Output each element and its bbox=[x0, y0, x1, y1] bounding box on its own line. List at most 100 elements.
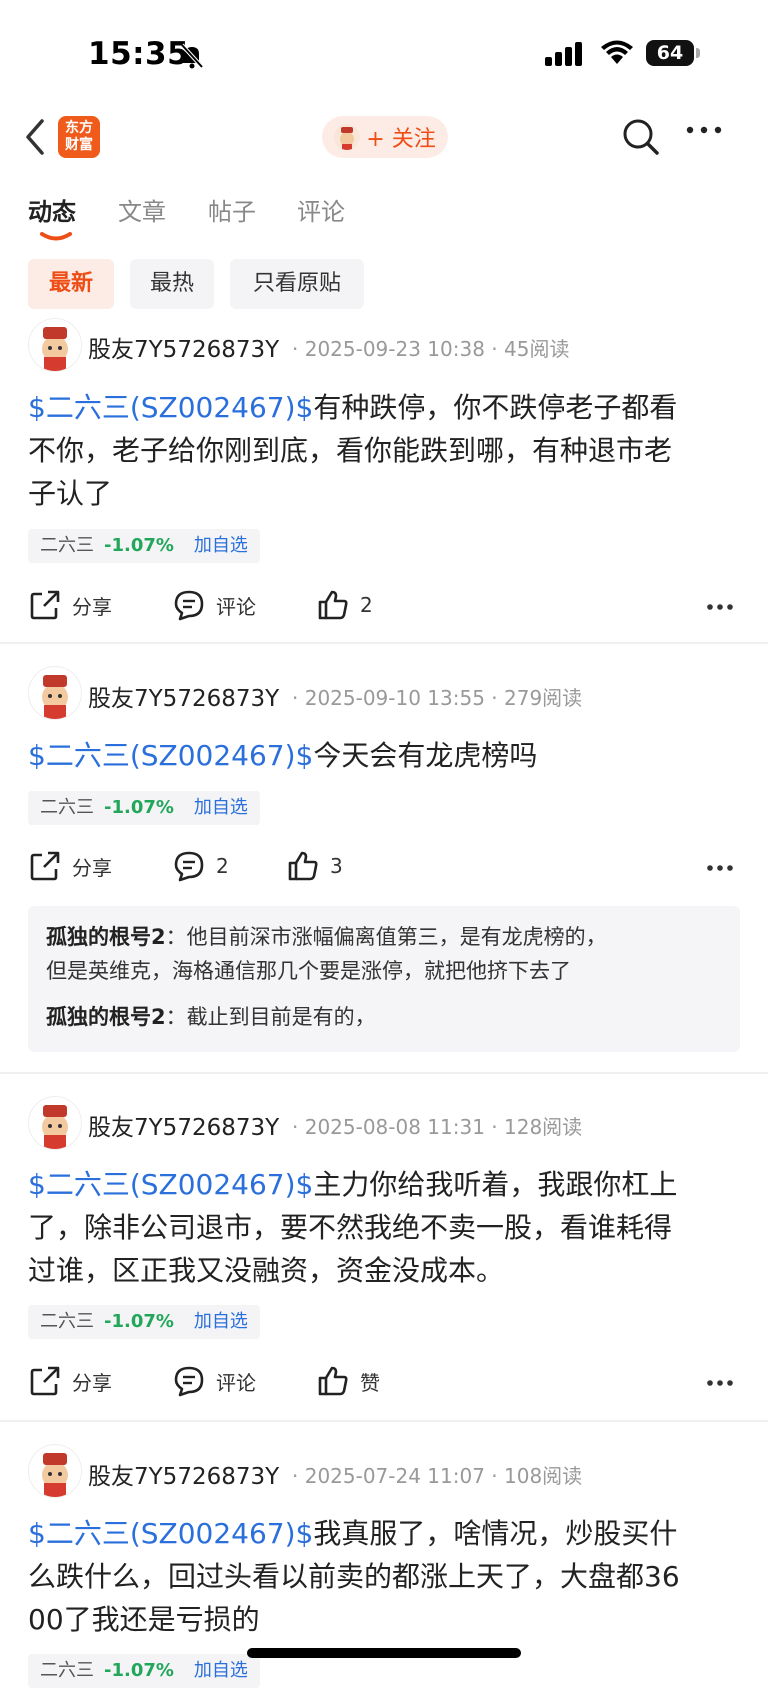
post-line: 00了我还是亏损的 bbox=[28, 1603, 260, 1636]
like-count: 3 bbox=[330, 854, 343, 878]
search-icon[interactable] bbox=[622, 118, 660, 156]
comment-text: 截止到目前是有的， bbox=[186, 1005, 376, 1029]
home-indicator[interactable] bbox=[247, 1648, 521, 1658]
tab-dynamic[interactable]: 动态 bbox=[28, 192, 76, 227]
author-name[interactable]: 股友7Y5726873Y bbox=[88, 1457, 279, 1491]
stock-chip[interactable]: 二六三 -1.07% 加自选 bbox=[28, 529, 260, 563]
comment-icon bbox=[174, 851, 204, 882]
stock-tag-link[interactable]: $二六三(SZ002467)$ bbox=[28, 1517, 313, 1550]
filter-latest[interactable]: 最新 bbox=[28, 259, 114, 309]
stock-name: 二六三 bbox=[40, 1311, 94, 1332]
share-icon bbox=[30, 590, 60, 620]
like-icon bbox=[318, 1366, 348, 1396]
logo-line-2: 财富 bbox=[65, 137, 93, 153]
stock-change: -1.07% bbox=[104, 797, 174, 818]
divider bbox=[0, 642, 768, 644]
mini-avatar-icon bbox=[334, 124, 361, 150]
comment-label: 评论 bbox=[216, 1370, 256, 1395]
like-label: 赞 bbox=[360, 1370, 380, 1395]
stock-tag-link[interactable]: $二六三(SZ002467)$ bbox=[28, 739, 313, 772]
avatar[interactable] bbox=[28, 1444, 82, 1498]
post-text: 今天会有龙虎榜吗 bbox=[313, 739, 538, 772]
stock-tag-link[interactable]: $二六三(SZ002467)$ bbox=[28, 391, 313, 424]
stock-chip[interactable]: 二六三 -1.07% 加自选 bbox=[28, 1305, 260, 1339]
more-icon[interactable] bbox=[686, 126, 722, 134]
divider bbox=[0, 1420, 768, 1422]
tab-posts[interactable]: 帖子 bbox=[208, 192, 256, 227]
comment-label: 评论 bbox=[216, 594, 256, 619]
comment-item[interactable]: 孤独的根号2：截止到目前是有的， bbox=[46, 1000, 726, 1034]
stock-tag-link[interactable]: $二六三(SZ002467)$ bbox=[28, 1168, 313, 1201]
stock-chip[interactable]: 二六三 -1.07% 加自选 bbox=[28, 791, 260, 825]
share-label: 分享 bbox=[72, 855, 112, 880]
author-name[interactable]: 股友7Y5726873Y bbox=[88, 1108, 279, 1142]
post-meta: · 2025-09-10 13:55 · 279阅读 bbox=[292, 686, 583, 710]
post-more-icon[interactable] bbox=[706, 588, 734, 618]
like-button[interactable]: 赞 bbox=[316, 1364, 380, 1398]
post-more-icon[interactable] bbox=[706, 849, 734, 879]
logo-line-1: 东方 bbox=[65, 120, 93, 136]
comment-preview-box[interactable]: 孤独的根号2：他目前深市涨幅偏离值第三，是有龙虎榜的， 但是英维克，海格通信那几… bbox=[28, 906, 740, 1052]
tab-comments[interactable]: 评论 bbox=[297, 192, 345, 227]
post-line: 不你，老子给你刚到底，看你能跌到哪，有种退市老 bbox=[28, 434, 673, 467]
add-watchlist-button[interactable]: 加自选 bbox=[194, 1654, 248, 1688]
author-name[interactable]: 股友7Y5726873Y bbox=[88, 330, 279, 364]
post-content[interactable]: $二六三(SZ002467)$今天会有龙虎榜吗 bbox=[28, 734, 740, 777]
post-content[interactable]: $二六三(SZ002467)$主力你给我听着，我跟你杠上 了，除非公司退市，要不… bbox=[28, 1163, 740, 1292]
stock-chip[interactable]: 二六三 -1.07% 加自选 bbox=[28, 1654, 260, 1688]
brand-logo: 东方 财富 bbox=[58, 116, 100, 158]
comment-icon bbox=[174, 590, 204, 621]
share-label: 分享 bbox=[72, 1370, 112, 1395]
post-meta: · 2025-08-08 11:31 · 128阅读 bbox=[292, 1115, 583, 1139]
like-button[interactable]: 3 bbox=[286, 849, 343, 883]
stock-name: 二六三 bbox=[40, 797, 94, 818]
post-meta: · 2025-07-24 11:07 · 108阅读 bbox=[292, 1464, 583, 1488]
avatar[interactable] bbox=[28, 666, 82, 720]
post-line: 么跌什么，回过头看以前卖的都涨上天了，大盘都36 bbox=[28, 1560, 680, 1593]
follow-button[interactable]: + 关注 bbox=[322, 116, 448, 158]
comment-text: 他目前深市涨幅偏离值第三，是有龙虎榜的， bbox=[186, 925, 607, 949]
post-content[interactable]: $二六三(SZ002467)$我真服了，啥情况，炒股买什 么跌什么，回过头看以前… bbox=[28, 1512, 740, 1641]
battery-indicator: 64 bbox=[646, 40, 694, 66]
stock-name: 二六三 bbox=[40, 535, 94, 556]
back-icon[interactable] bbox=[24, 118, 46, 156]
add-watchlist-button[interactable]: 加自选 bbox=[194, 529, 248, 563]
filter-original-only[interactable]: 只看原贴 bbox=[230, 259, 364, 309]
post-meta: · 2025-09-23 10:38 · 45阅读 bbox=[292, 337, 570, 361]
post-more-icon[interactable] bbox=[706, 1364, 734, 1394]
wifi-icon bbox=[601, 40, 633, 64]
comment-button[interactable]: 评论 bbox=[172, 588, 256, 622]
comment-user[interactable]: 孤独的根号2 bbox=[46, 1005, 166, 1029]
avatar[interactable] bbox=[28, 1096, 82, 1150]
comment-text: 但是英维克，海格通信那几个要是涨停，就把他挤下去了 bbox=[46, 959, 571, 983]
share-icon bbox=[30, 1366, 60, 1396]
share-button[interactable]: 分享 bbox=[28, 849, 112, 883]
author-name[interactable]: 股友7Y5726873Y bbox=[88, 679, 279, 713]
post-line: 了，除非公司退市，要不然我绝不卖一股，看谁耗得 bbox=[28, 1211, 673, 1244]
comment-user[interactable]: 孤独的根号2 bbox=[46, 925, 166, 949]
battery-tip bbox=[696, 48, 700, 58]
add-watchlist-button[interactable]: 加自选 bbox=[194, 791, 248, 825]
stock-name: 二六三 bbox=[40, 1660, 94, 1681]
signal-icon bbox=[545, 42, 582, 66]
share-button[interactable]: 分享 bbox=[28, 588, 112, 622]
post-text: 我真服了，啥情况，炒股买什 bbox=[313, 1517, 678, 1550]
filter-hot[interactable]: 最热 bbox=[130, 259, 214, 309]
post-content[interactable]: $二六三(SZ002467)$有种跌停，你不跌停老子都看 不你，老子给你刚到底，… bbox=[28, 386, 740, 515]
share-icon bbox=[30, 851, 60, 881]
avatar[interactable] bbox=[28, 318, 82, 372]
share-button[interactable]: 分享 bbox=[28, 1364, 112, 1398]
post-line: 过谁，区正我又没融资，资金没成本。 bbox=[28, 1254, 505, 1287]
comment-button[interactable]: 2 bbox=[172, 849, 229, 883]
like-button[interactable]: 2 bbox=[316, 588, 373, 622]
post-line: $二六三(SZ002467)$主力你给我听着，我跟你杠上 bbox=[28, 1163, 740, 1206]
comment-item[interactable]: 孤独的根号2：他目前深市涨幅偏离值第三，是有龙虎榜的， 但是英维克，海格通信那几… bbox=[46, 920, 726, 988]
post-text: 有种跌停，你不跌停老子都看 bbox=[313, 391, 678, 424]
add-watchlist-button[interactable]: 加自选 bbox=[194, 1305, 248, 1339]
comment-icon bbox=[174, 1366, 204, 1397]
tab-indicator bbox=[40, 232, 72, 241]
follow-label: + 关注 bbox=[366, 127, 436, 152]
tab-articles[interactable]: 文章 bbox=[118, 192, 166, 227]
comment-button[interactable]: 评论 bbox=[172, 1364, 256, 1398]
comment-count: 2 bbox=[216, 854, 229, 878]
